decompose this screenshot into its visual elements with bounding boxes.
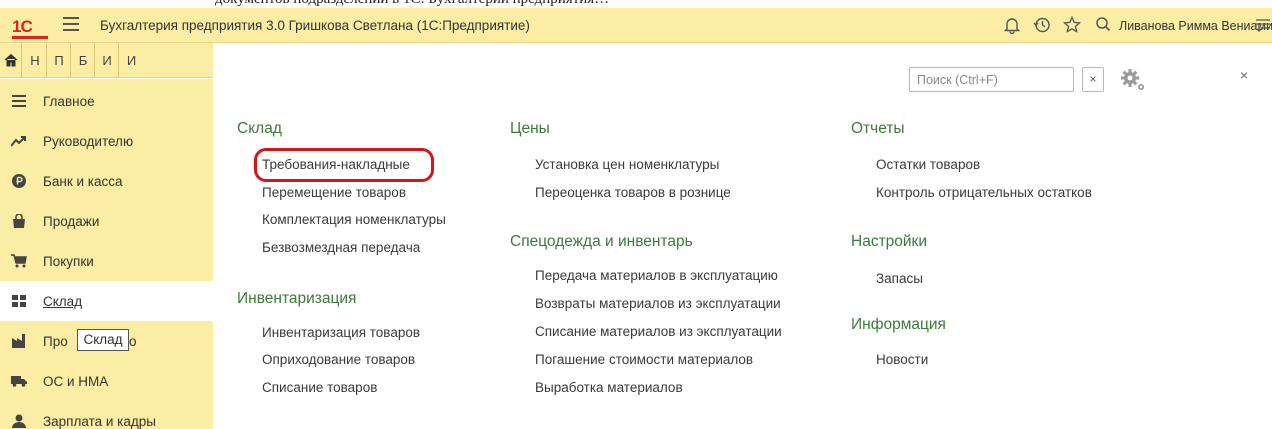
tab-3[interactable]: Б	[72, 43, 95, 78]
sidebar-item-prodazhi[interactable]: Продажи	[0, 201, 213, 241]
tab-2[interactable]: П	[48, 43, 71, 78]
sidebar: Главное Руководителю Банк и касса Продаж…	[0, 79, 213, 429]
link-vyrabotka-materialov[interactable]: Выработка материалов	[535, 380, 683, 395]
1c-logo: 1С	[12, 17, 48, 39]
section-title-ceny: Цены	[510, 120, 550, 137]
panel-settings-icon[interactable]	[1254, 16, 1272, 34]
sidebar-item-label: Главное	[43, 93, 95, 109]
link-kontrol-otricatelnykh[interactable]: Контроль отрицательных остатков	[876, 185, 1092, 200]
link-ustanovka-cen[interactable]: Установка цен номенклатуры	[535, 157, 719, 172]
link-oprikhodovanie-tovarov[interactable]: Оприходование товаров	[262, 352, 415, 367]
trend-chart-icon	[10, 133, 28, 149]
tab-5[interactable]: И	[120, 43, 143, 78]
shopping-bag-icon	[10, 213, 28, 229]
cart-icon	[10, 253, 28, 269]
search-placeholder: Поиск (Ctrl+F)	[917, 73, 998, 87]
section-title-informaciya: Информация	[851, 316, 946, 333]
factory-icon	[10, 333, 28, 349]
link-ostatki-tovarov[interactable]: Остатки товаров	[876, 157, 980, 172]
section-title-specodezhda: Спецодежда и инвентарь	[510, 233, 693, 250]
tab-4[interactable]: И	[96, 43, 119, 78]
link-pogashenie-stoimosti[interactable]: Погашение стоимости материалов	[535, 352, 753, 367]
document-caption-strip: документов подразделений в 1С: Бухгалтер…	[0, 0, 1272, 8]
link-bezvozmezdnaya-peredacha[interactable]: Безвозмездная передача	[262, 240, 420, 255]
link-peremeshchenie-tovarov[interactable]: Перемещение товаров	[262, 185, 406, 200]
section-title-otchety: Отчеты	[851, 120, 905, 137]
link-novosti[interactable]: Новости	[876, 352, 928, 367]
coin-icon	[10, 173, 28, 189]
section-title-nastroyki: Настройки	[851, 233, 928, 250]
title-bar: 1С Бухгалтерия предприятия 3.0 Гришкова …	[0, 8, 1272, 43]
warehouse-icon	[10, 293, 28, 309]
link-pereocenka-tovarov[interactable]: Переоценка товаров в рознице	[535, 185, 731, 200]
link-zapasy[interactable]: Запасы	[876, 271, 923, 286]
sidebar-item-glavnoe[interactable]: Главное	[0, 81, 213, 121]
tab-1[interactable]: Н	[24, 43, 47, 78]
sidebar-item-bank[interactable]: Банк и касса	[0, 161, 213, 201]
menu-lines-icon	[10, 93, 28, 109]
sidebar-item-label: Продажи	[43, 213, 100, 229]
link-inventarizaciya-tovarov[interactable]: Инвентаризация товаров	[262, 325, 420, 340]
sidebar-item-label: Склад	[43, 293, 83, 309]
person-icon	[10, 413, 28, 429]
sidebar-tooltip: Склад	[77, 329, 129, 351]
sidebar-item-label-partial-left: Про	[43, 333, 68, 349]
current-user[interactable]: Ливанова Римма Вениаминовна	[1119, 19, 1272, 33]
search-icon[interactable]	[1094, 16, 1112, 34]
search-input[interactable]: Поиск (Ctrl+F)	[909, 67, 1074, 92]
home-icon[interactable]	[0, 43, 22, 78]
link-vozvraty-materialov[interactable]: Возвраты материалов из эксплуатации	[535, 296, 781, 311]
sections-tab-row: Н П Б И И	[0, 43, 213, 78]
main-menu-icon[interactable]	[63, 17, 79, 31]
document-caption: документов подразделений в 1С: Бухгалтер…	[215, 0, 609, 8]
app-title: Бухгалтерия предприятия 3.0 Гришкова Све…	[100, 18, 530, 33]
close-icon[interactable]: ×	[1240, 67, 1248, 83]
truck-icon	[10, 373, 28, 389]
sidebar-item-os-nma[interactable]: ОС и НМА	[0, 361, 213, 401]
link-peredacha-materialov[interactable]: Передача материалов в эксплуатацию	[535, 268, 778, 283]
star-icon[interactable]	[1062, 15, 1082, 34]
sidebar-item-zarplata[interactable]: Зарплата и кадры	[0, 401, 213, 429]
link-spisanie-tovarov[interactable]: Списание товаров	[262, 380, 377, 395]
sidebar-item-label: Покупки	[43, 253, 94, 269]
bell-icon[interactable]	[1003, 16, 1021, 35]
section-title-inventarizaciya: Инвентаризация	[237, 290, 357, 307]
sidebar-item-label: Зарплата и кадры	[43, 413, 156, 429]
search-clear-button[interactable]: ×	[1082, 67, 1104, 92]
sidebar-item-pokupki[interactable]: Покупки	[0, 241, 213, 281]
sidebar-item-sklad[interactable]: Склад	[0, 281, 213, 321]
highlight-circle	[254, 148, 434, 182]
sidebar-item-label: Банк и касса	[43, 173, 123, 189]
link-spisanie-materialov[interactable]: Списание материалов из эксплуатации	[535, 324, 782, 339]
gear-icon[interactable]	[1119, 67, 1147, 95]
sidebar-item-label: ОС и НМА	[43, 373, 109, 389]
sidebar-item-label: Руководителю	[43, 133, 134, 149]
link-komplektaciya[interactable]: Комплектация номенклатуры	[262, 212, 446, 227]
sidebar-item-rukovoditelyu[interactable]: Руководителю	[0, 121, 213, 161]
history-icon[interactable]	[1033, 16, 1051, 34]
section-title-sklad: Склад	[237, 120, 282, 137]
